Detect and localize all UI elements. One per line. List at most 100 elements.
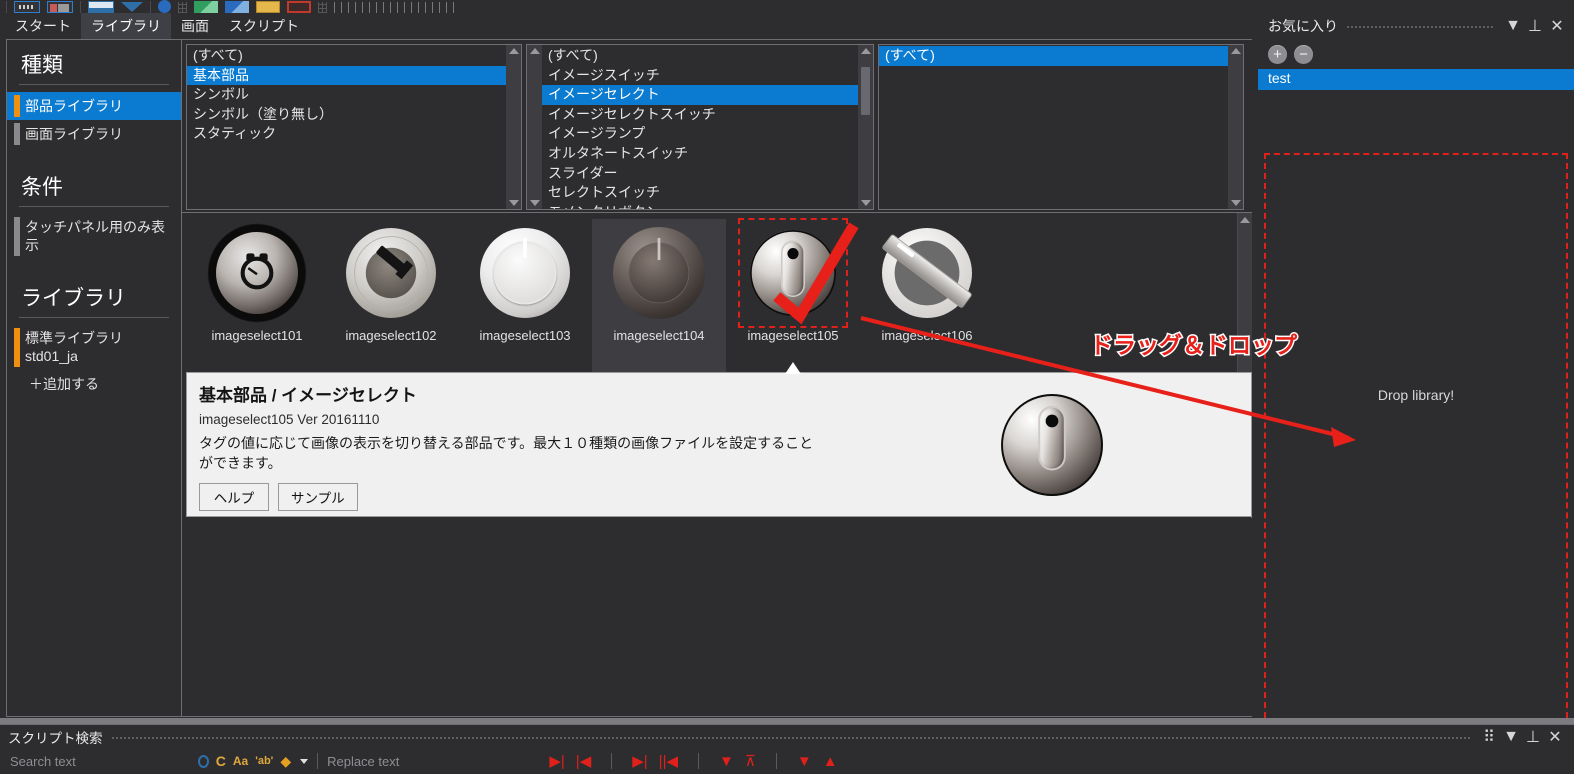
- chevron-down-icon[interactable]: ▼: [1500, 726, 1522, 748]
- list-item[interactable]: スライダー: [542, 164, 858, 184]
- close-icon[interactable]: ✕: [1544, 726, 1566, 748]
- search-input[interactable]: Search text: [10, 754, 76, 769]
- scroll-down-arrow-icon[interactable]: [530, 200, 540, 206]
- help-button[interactable]: ヘルプ: [199, 483, 269, 511]
- close-icon[interactable]: ✕: [1546, 15, 1568, 37]
- gallery-item-imageselect106[interactable]: imageselect106: [860, 219, 994, 372]
- filter-list-row: (すべて) 基本部品 シンボル シンボル（塗り無し） スタティック (すべ: [182, 40, 1252, 212]
- move-down-icon[interactable]: ▼: [719, 753, 734, 770]
- replace-next-icon[interactable]: ▶|: [632, 752, 647, 770]
- replace-input[interactable]: Replace text: [327, 754, 399, 769]
- tab-start[interactable]: スタート: [5, 13, 81, 39]
- part-thumbnail-icon: [207, 223, 307, 323]
- match-case-icon[interactable]: Aa: [233, 754, 248, 768]
- toolbar-info-icon[interactable]: [158, 0, 171, 13]
- tab-library[interactable]: ライブラリ: [81, 13, 171, 39]
- scroll-up-arrow-icon[interactable]: [1240, 217, 1250, 223]
- toolbar-grid-icon[interactable]: [14, 1, 40, 13]
- scroll-down-arrow-icon[interactable]: [509, 200, 519, 206]
- scroll-up-arrow-icon[interactable]: [1231, 48, 1241, 54]
- list-item[interactable]: (すべて): [542, 46, 858, 66]
- filter-icon[interactable]: ◆: [280, 753, 291, 770]
- list-item[interactable]: スタティック: [187, 124, 506, 144]
- sidebar-item-screen-library[interactable]: 画面ライブラリ: [7, 120, 181, 148]
- favorites-dropzone[interactable]: Drop library!: [1264, 153, 1568, 768]
- list-item[interactable]: (すべて): [187, 46, 506, 66]
- parts-gallery: imageselect101 imageselect102 imageselec…: [182, 212, 1252, 372]
- selection-indicator: [14, 328, 20, 367]
- toolbar-separator: [80, 1, 81, 13]
- gallery-scrollbar[interactable]: [1237, 213, 1252, 372]
- part-thumbnail-icon: [609, 223, 709, 323]
- parttype-list[interactable]: (すべて) イメージスイッチ イメージセレクト イメージセレクトスイッチ イメー…: [542, 45, 858, 209]
- gallery-item-label: imageselect105: [747, 328, 838, 343]
- remove-favorite-button[interactable]: −: [1294, 45, 1313, 64]
- list-item[interactable]: シンボル（塗り無し）: [187, 105, 506, 125]
- scroll-down-arrow-icon[interactable]: [861, 200, 871, 206]
- find-next-icon[interactable]: ▶|: [549, 752, 564, 770]
- replace-prev-icon[interactable]: ||◀: [659, 752, 678, 770]
- tab-screen[interactable]: 画面: [171, 13, 219, 39]
- toolbar-window-icon[interactable]: [88, 1, 114, 13]
- add-favorite-button[interactable]: +: [1268, 45, 1287, 64]
- category-list-scrollbar[interactable]: [506, 45, 521, 209]
- toolbar-shape-icon[interactable]: [121, 2, 143, 12]
- toolbar-import-icon[interactable]: [194, 1, 218, 13]
- list-item[interactable]: シンボル: [187, 85, 506, 105]
- whole-word-icon[interactable]: 'ab': [255, 755, 273, 767]
- gallery-item-imageselect104[interactable]: imageselect104: [592, 219, 726, 372]
- list-item[interactable]: イメージセレクトスイッチ: [542, 105, 858, 125]
- toolbar-delete-icon[interactable]: [287, 1, 311, 13]
- list-item[interactable]: モメンタリボタン: [542, 203, 858, 209]
- scroll-up-arrow-icon[interactable]: [509, 48, 519, 54]
- scroll-down-icon[interactable]: ▼: [797, 753, 812, 770]
- list-item[interactable]: (すべて): [879, 46, 1228, 66]
- list-item[interactable]: オルタネートスイッチ: [542, 144, 858, 164]
- gallery-item-imageselect103[interactable]: imageselect103: [458, 219, 592, 372]
- favorites-panel: お気に入り ▼ ⊥ ✕ + − test Drop library!: [1258, 13, 1574, 730]
- sidebar-item-touchpanel-only[interactable]: タッチパネル用のみ表示: [7, 214, 181, 259]
- toolbar-folder-icon[interactable]: [256, 1, 280, 13]
- list-item[interactable]: イメージセレクト: [542, 85, 858, 105]
- scroll-up-arrow-icon[interactable]: [861, 48, 871, 54]
- scrollbar-thumb[interactable]: [861, 67, 870, 115]
- pin-icon[interactable]: ⊥: [1524, 15, 1546, 37]
- find-prev-icon[interactable]: |◀: [576, 752, 591, 770]
- toolbar-panel-icon[interactable]: [47, 1, 73, 13]
- part-thumbnail-icon: [743, 223, 843, 323]
- gallery-item-imageselect101[interactable]: imageselect101: [190, 219, 324, 372]
- pin-icon[interactable]: ⊥: [1522, 726, 1544, 748]
- list-item[interactable]: 基本部品: [187, 66, 506, 86]
- chevron-down-icon[interactable]: ▼: [1502, 15, 1524, 37]
- scroll-up-arrow-icon[interactable]: [530, 48, 540, 54]
- part-thumbnail-icon: [475, 223, 575, 323]
- scroll-up-icon[interactable]: ▲: [823, 753, 838, 770]
- tab-script[interactable]: スクリプト: [219, 13, 309, 39]
- sidebar-item-standard-library[interactable]: 標準ライブラリ std01_ja: [7, 325, 181, 370]
- toolbar-dotgrid-icon: [318, 2, 327, 13]
- regex-icon[interactable]: [198, 755, 209, 768]
- list-item[interactable]: イメージスイッチ: [542, 66, 858, 86]
- toolbar-ruler-icon: [334, 2, 454, 13]
- favorites-list-item[interactable]: test: [1258, 69, 1574, 90]
- list-item[interactable]: イメージランプ: [542, 124, 858, 144]
- group-list-scrollbar[interactable]: [1228, 45, 1243, 209]
- chevron-down-icon[interactable]: [300, 759, 308, 764]
- header-dotted-rule: [111, 725, 1471, 749]
- gallery-item-imageselect102[interactable]: imageselect102: [324, 219, 458, 372]
- case-sensitive-icon[interactable]: C: [216, 753, 226, 769]
- divider: [19, 84, 169, 85]
- scroll-down-arrow-icon[interactable]: [1231, 200, 1241, 206]
- library-main-panel: 種類 部品ライブラリ 画面ライブラリ 条件 タッチパネル用のみ表示 ライブラリ: [6, 39, 1252, 717]
- toolbar-export-icon[interactable]: [225, 1, 249, 13]
- category-list[interactable]: (すべて) 基本部品 シンボル シンボル（塗り無し） スタティック: [187, 45, 506, 209]
- sidebar-add-library-button[interactable]: ＋追加する: [7, 370, 181, 398]
- parttype-list-scrollbar-left[interactable]: [527, 45, 542, 209]
- list-item[interactable]: セレクトスイッチ: [542, 183, 858, 203]
- sidebar-item-parts-library[interactable]: 部品ライブラリ: [7, 92, 181, 120]
- sample-button[interactable]: サンプル: [278, 483, 358, 511]
- parttype-list-scrollbar[interactable]: [858, 45, 873, 209]
- gallery-item-imageselect105[interactable]: imageselect105: [726, 219, 860, 372]
- move-top-icon[interactable]: ⊼: [745, 752, 756, 770]
- group-list[interactable]: (すべて): [879, 45, 1228, 209]
